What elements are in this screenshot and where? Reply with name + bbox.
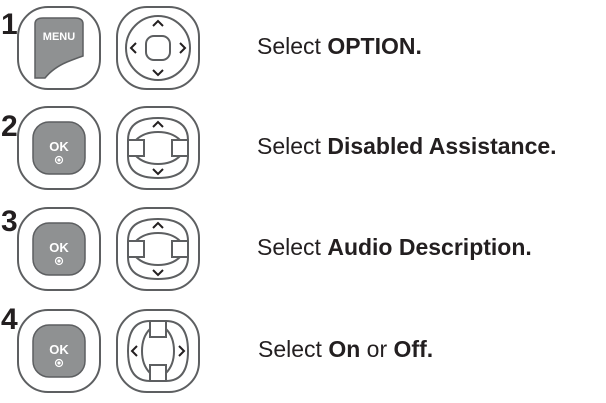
instruction-prefix: Select <box>257 133 328 159</box>
step-instruction: Select Disabled Assistance. <box>257 132 557 160</box>
ok-button-label: OK <box>49 342 69 357</box>
instruction-target: On <box>328 336 361 362</box>
instruction-target: OPTION. <box>327 33 422 59</box>
instruction-target-2: Off. <box>393 336 434 362</box>
instruction-prefix: Select <box>258 336 329 362</box>
step-2: 2 OK Select Disabled Assistance. <box>0 100 606 196</box>
instruction-connector: or <box>360 336 394 362</box>
instruction-target: Audio Description. <box>327 234 532 260</box>
ok-button-icon: OK <box>17 207 101 291</box>
step-instruction: Select On or Off. <box>258 335 433 363</box>
instruction-target: Disabled Assistance. <box>327 133 557 159</box>
up-down-nav-icon <box>116 207 200 291</box>
menu-button-icon: MENU <box>17 6 101 90</box>
step-4: 4 OK Select On or Off. <box>0 303 606 399</box>
ok-button-label: OK <box>49 139 69 154</box>
instruction-prefix: Select <box>257 33 328 59</box>
up-down-nav-icon <box>116 106 200 190</box>
step-1: 1 MENU Select OPTION. <box>0 0 606 96</box>
ok-button-icon: OK <box>17 309 101 393</box>
ok-button-label: OK <box>49 240 69 255</box>
four-way-nav-icon <box>116 6 200 90</box>
step-3: 3 OK Select Audio Description. <box>0 201 606 297</box>
ok-button-icon: OK <box>17 106 101 190</box>
step-instruction: Select OPTION. <box>257 32 422 60</box>
instruction-prefix: Select <box>257 234 328 260</box>
menu-button-label: MENU <box>43 31 75 43</box>
step-instruction: Select Audio Description. <box>257 233 532 261</box>
left-right-nav-icon <box>116 309 200 393</box>
